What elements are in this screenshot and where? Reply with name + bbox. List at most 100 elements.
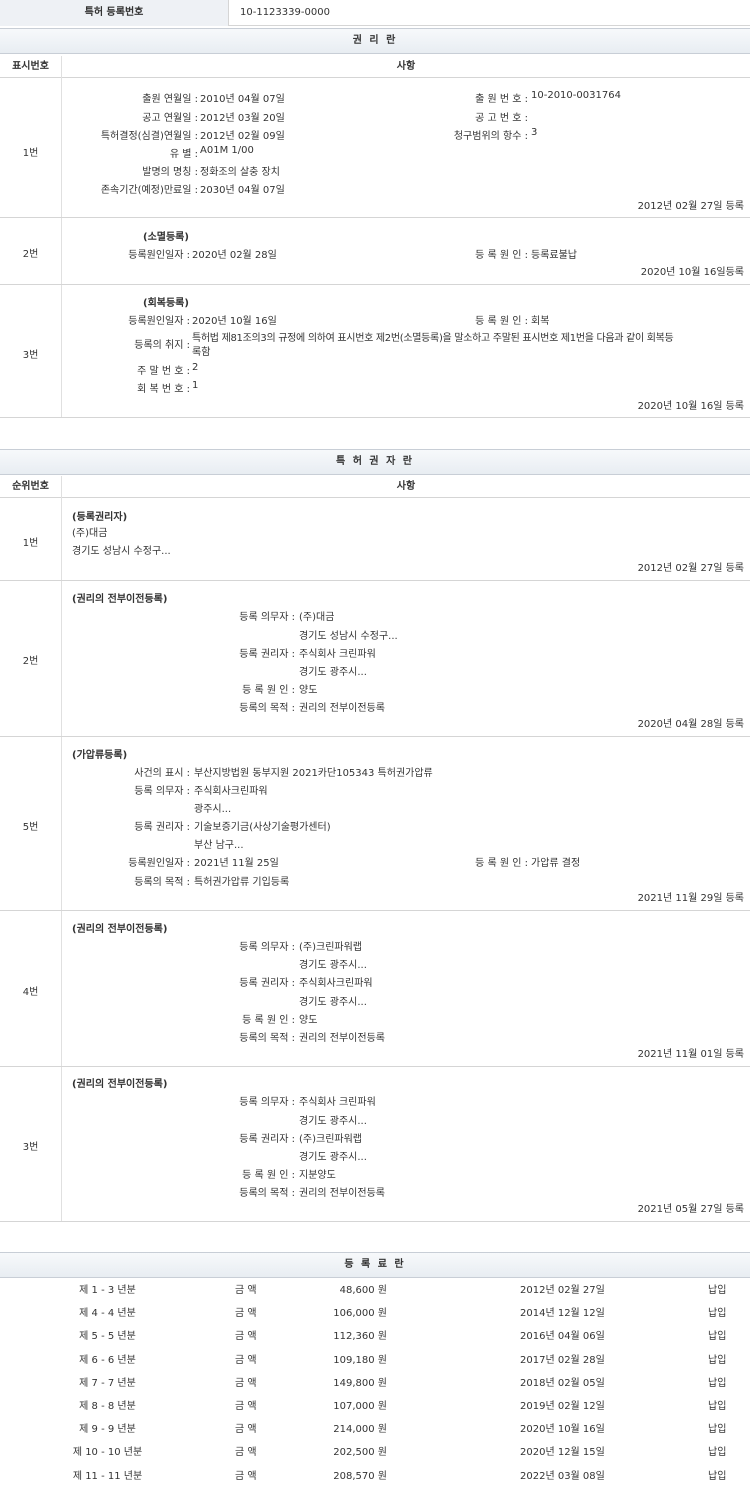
fee-date: 2014년 12월 12일 bbox=[520, 1308, 605, 1320]
fee-status: 납입 bbox=[708, 1354, 727, 1366]
field-label: 유 별 : bbox=[169, 149, 198, 160]
fee-amount: 208,570 원 bbox=[333, 1470, 387, 1482]
fee-date: 2022년 03월 08일 bbox=[520, 1470, 605, 1482]
fee-amount: 149,800 원 bbox=[333, 1377, 387, 1389]
fee-amount: 214,000 원 bbox=[333, 1424, 387, 1436]
fee-amount: 109,180 원 bbox=[333, 1354, 387, 1366]
fee-row: 제 5 - 5 년분 금 액 112,360 원 2016년 04월 06일 납입 bbox=[0, 1325, 750, 1348]
field-value: 주식회사크린파워 bbox=[299, 978, 373, 989]
fee-amount-label: 금 액 bbox=[235, 1447, 257, 1459]
field-value: 권리의 전부이전등록 bbox=[299, 1188, 385, 1199]
rights-column-header: 표시번호 사항 bbox=[0, 56, 750, 78]
fee-status: 납입 bbox=[708, 1331, 727, 1343]
field-value: 지분양도 bbox=[299, 1170, 336, 1181]
field-label: 등록 의무자 : bbox=[239, 942, 295, 953]
field-value: 2020년 10월 16일 bbox=[192, 316, 277, 327]
fee-date: 2017년 02월 28일 bbox=[520, 1354, 605, 1366]
field-value: 2012년 03월 20일 bbox=[200, 113, 285, 124]
fee-date: 2020년 12월 15일 bbox=[520, 1447, 605, 1459]
fee-status: 납입 bbox=[708, 1401, 727, 1412]
registration-number-label: 특허 등록번호 bbox=[0, 0, 229, 26]
field-label: 등 록 원 인 : bbox=[242, 1015, 295, 1026]
fee-status: 납입 bbox=[708, 1447, 727, 1459]
row-number: 5번 bbox=[22, 822, 39, 833]
field-value: 2010년 04월 07일 bbox=[200, 94, 285, 105]
fee-amount-label: 금 액 bbox=[235, 1470, 257, 1482]
fee-status: 납입 bbox=[708, 1424, 727, 1436]
fee-row: 제 10 - 10 년분 금 액 202,500 원 2020년 12월 15일 납입 bbox=[0, 1441, 750, 1464]
field-label: 청구범위의 항수 : bbox=[453, 131, 528, 142]
field-value: A01M 1/00 bbox=[200, 145, 254, 156]
field-value: 경기도 광주시... bbox=[299, 1116, 367, 1127]
fee-row: 제 4 - 4 년분 금 액 106,000 원 2014년 12월 12일 납입 bbox=[0, 1302, 750, 1325]
fee-row: 제 1 - 3 년분 금 액 48,600 원 2012년 02월 27일 납입 bbox=[0, 1279, 750, 1302]
fee-date: 2019년 02월 12일 bbox=[520, 1401, 605, 1412]
fee-status: 납입 bbox=[708, 1470, 727, 1482]
field-value: 록함 bbox=[192, 347, 211, 358]
registration-date: 2020년 10월 16일등록 bbox=[640, 267, 744, 278]
field-label: 등록원인일자 : bbox=[128, 250, 190, 261]
fee-period: 제 6 - 6 년분 bbox=[79, 1354, 136, 1366]
fee-amount: 112,360 원 bbox=[333, 1331, 387, 1343]
registration-number-bar: 특허 등록번호 10-1123339-0000 bbox=[0, 0, 750, 26]
fee-row: 제 8 - 8 년분 금 액 107,000 원 2019년 02월 12일 납입 bbox=[0, 1395, 750, 1418]
field-value: 경기도 광주시... bbox=[299, 960, 367, 971]
row-number: 1번 bbox=[22, 148, 39, 159]
field-label: 등 록 원 인 : bbox=[475, 250, 528, 261]
entry-kind: (권리의 전부이전등록) bbox=[72, 1079, 168, 1090]
field-label: 등록 권리자 : bbox=[239, 978, 295, 989]
row-number: 3번 bbox=[22, 350, 39, 361]
entry-kind: (회복등록) bbox=[143, 298, 189, 309]
fee-row: 제 9 - 9 년분 금 액 214,000 원 2020년 10월 16일 납입 bbox=[0, 1418, 750, 1441]
row-number: 3번 bbox=[22, 1142, 39, 1153]
fee-row: 제 7 - 7 년분 금 액 149,800 원 2018년 02월 05일 납입 bbox=[0, 1372, 750, 1395]
field-label: 회 복 번 호 : bbox=[137, 384, 190, 395]
row-number: 2번 bbox=[22, 656, 39, 667]
fee-period: 제 4 - 4 년분 bbox=[79, 1308, 136, 1320]
fee-date: 2020년 10월 16일 bbox=[520, 1424, 605, 1436]
holders-section-title: 특 허 권 자 란 bbox=[0, 449, 750, 475]
holders-column-header: 순위번호 사항 bbox=[0, 476, 750, 498]
fee-period: 제 1 - 3 년분 bbox=[79, 1285, 136, 1296]
entry-kind: (권리의 전부이전등록) bbox=[72, 924, 168, 935]
fee-amount: 107,000 원 bbox=[333, 1401, 387, 1412]
holder-address: 경기도 성남시 수정구... bbox=[72, 546, 171, 557]
fee-amount-label: 금 액 bbox=[235, 1285, 257, 1296]
field-label: 등록 의무자 : bbox=[239, 1097, 295, 1108]
fee-date: 2012년 02월 27일 bbox=[520, 1285, 605, 1296]
field-label: 등 록 원 인 : bbox=[475, 858, 528, 869]
field-value: 2020년 02월 28일 bbox=[192, 250, 277, 261]
field-value: 부산 남구... bbox=[194, 840, 244, 851]
field-value: 주식회사크린파워 bbox=[194, 786, 268, 797]
field-label: 특허결정(심결)연월일 : bbox=[100, 131, 198, 142]
field-value: 양도 bbox=[299, 1015, 318, 1026]
field-label: 출 원 번 호 : bbox=[475, 94, 528, 105]
field-label: 등록의 목적 : bbox=[239, 1033, 295, 1044]
field-value: 등록료불납 bbox=[531, 250, 577, 261]
registration-date: 2012년 02월 27일 등록 bbox=[637, 201, 744, 212]
fee-period: 제 9 - 9 년분 bbox=[79, 1424, 136, 1436]
fee-row: 제 6 - 6 년분 금 액 109,180 원 2017년 02월 28일 납입 bbox=[0, 1349, 750, 1372]
rights-section-title: 권 리 란 bbox=[0, 28, 750, 54]
row-number: 1번 bbox=[22, 538, 39, 549]
field-label: 등록의 목적 : bbox=[239, 1188, 295, 1199]
field-value: (주)대금 bbox=[299, 612, 335, 623]
field-value: 2 bbox=[192, 362, 199, 373]
fee-period: 제 8 - 8 년분 bbox=[79, 1401, 136, 1412]
field-label: 등록 의무자 : bbox=[239, 612, 295, 623]
field-label: 공고 연월일 : bbox=[142, 113, 198, 124]
fee-date: 2016년 04월 06일 bbox=[520, 1331, 605, 1343]
field-value: 경기도 광주시... bbox=[299, 667, 367, 678]
fee-status: 납입 bbox=[708, 1377, 727, 1389]
field-value: 1 bbox=[192, 380, 199, 391]
fee-amount-label: 금 액 bbox=[235, 1354, 257, 1366]
field-label: 등록 권리자 : bbox=[134, 822, 190, 833]
field-value: 3 bbox=[531, 127, 538, 138]
field-label: 등록 권리자 : bbox=[239, 649, 295, 660]
field-label: 등록의 목적 : bbox=[134, 877, 190, 888]
field-label: 사건의 표시 : bbox=[134, 768, 190, 779]
registration-date: 2021년 11월 29일 등록 bbox=[637, 893, 744, 904]
fee-amount-label: 금 액 bbox=[235, 1401, 257, 1412]
registration-date: 2021년 05월 27일 등록 bbox=[637, 1204, 744, 1215]
entry-kind: (등록권리자) bbox=[72, 512, 128, 523]
